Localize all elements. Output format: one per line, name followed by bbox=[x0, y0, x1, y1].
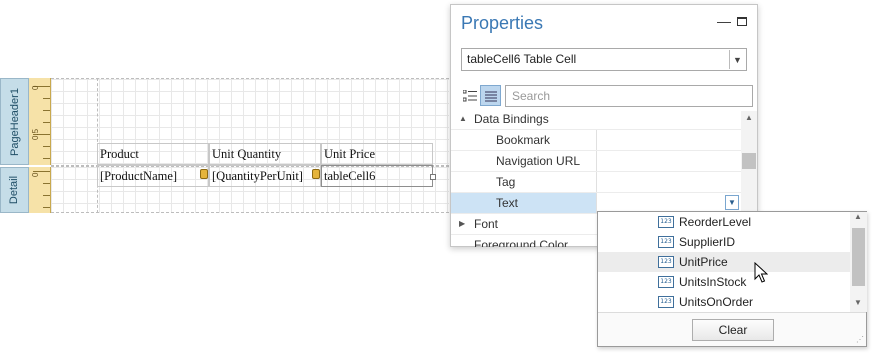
object-selector-value: tableCell6 Table Cell bbox=[467, 52, 577, 66]
header-cell-unit-price[interactable]: Unit Price bbox=[321, 143, 433, 165]
property-value[interactable] bbox=[596, 130, 741, 150]
resize-grip-icon[interactable]: ⋰ bbox=[856, 335, 864, 344]
property-label: Foreground Color bbox=[474, 238, 569, 247]
scrollbar-thumb[interactable] bbox=[742, 153, 756, 169]
property-label: Navigation URL bbox=[496, 154, 581, 168]
mouse-cursor-icon bbox=[754, 262, 768, 283]
field-item-reorder-level[interactable]: 123 ReorderLevel bbox=[598, 212, 850, 232]
vertical-ruler-page-header: 0 0.5 bbox=[29, 78, 51, 165]
field-item-supplier-id[interactable]: 123 SupplierID bbox=[598, 232, 850, 252]
property-value[interactable] bbox=[596, 172, 741, 192]
field-item-unit-price[interactable]: 123 UnitPrice bbox=[598, 252, 850, 272]
property-row-bookmark[interactable]: Bookmark bbox=[451, 130, 741, 151]
field-label: UnitsOnOrder bbox=[679, 295, 754, 309]
object-selector[interactable]: tableCell6 Table Cell ▼ bbox=[461, 48, 747, 71]
scroll-up-icon[interactable]: ▲ bbox=[854, 212, 862, 221]
field-item-units-on-order[interactable]: 123 UnitsOnOrder bbox=[598, 292, 850, 312]
ruler-mark: 0 bbox=[31, 85, 40, 90]
property-label: Data Bindings bbox=[474, 112, 549, 126]
property-label: Bookmark bbox=[496, 133, 551, 147]
property-value[interactable] bbox=[596, 151, 741, 171]
numeric-field-icon: 123 bbox=[658, 236, 674, 248]
categorized-view-icon[interactable] bbox=[459, 85, 480, 106]
data-binding-icon bbox=[312, 169, 320, 179]
band-tab-page-header[interactable]: PageHeader1 bbox=[0, 78, 29, 165]
scrollbar-thumb[interactable] bbox=[852, 228, 865, 286]
chevron-down-icon[interactable]: ▼ bbox=[725, 195, 739, 210]
header-cell-unit-quantity[interactable]: Unit Quantity bbox=[209, 143, 321, 165]
chevron-down-icon[interactable]: ▼ bbox=[729, 50, 745, 69]
dropdown-footer: Clear ⋰ bbox=[598, 312, 866, 346]
numeric-field-icon: 123 bbox=[658, 216, 674, 228]
numeric-field-icon: 123 bbox=[658, 256, 674, 268]
alphabetical-view-icon[interactable] bbox=[480, 85, 501, 106]
collapse-icon[interactable]: ▲ bbox=[459, 114, 467, 123]
field-label: UnitsInStock bbox=[679, 275, 747, 289]
expand-icon[interactable]: ▶ bbox=[459, 219, 465, 228]
field-label: ReorderLevel bbox=[679, 215, 752, 229]
band-tab-detail[interactable]: Detail bbox=[0, 167, 29, 213]
field-list-scrollbar[interactable]: ▲ ▼ bbox=[850, 212, 867, 312]
data-binding-icon bbox=[200, 169, 208, 179]
numeric-field-icon: 123 bbox=[658, 296, 674, 308]
maximize-icon[interactable] bbox=[737, 17, 747, 26]
band-label-page-header: PageHeader1 bbox=[8, 87, 21, 156]
property-label: Tag bbox=[496, 175, 516, 189]
ruler-mark: 0.5 bbox=[31, 128, 40, 140]
field-item-units-in-stock[interactable]: 123 UnitsInStock bbox=[598, 272, 850, 292]
property-row-tag[interactable]: Tag bbox=[451, 172, 741, 193]
resize-handle[interactable] bbox=[430, 174, 436, 180]
numeric-field-icon: 123 bbox=[658, 276, 674, 288]
property-value[interactable]: ▼ bbox=[596, 193, 741, 213]
field-label: SupplierID bbox=[679, 235, 736, 249]
detail-cell-table-cell6[interactable]: tableCell6 bbox=[321, 165, 433, 187]
property-row-navigation-url[interactable]: Navigation URL bbox=[451, 151, 741, 172]
minimize-icon[interactable]: — bbox=[717, 13, 731, 29]
band-label-detail: Detail bbox=[8, 175, 21, 205]
detail-cell-quantity-per-unit[interactable]: [QuantityPerUnit] bbox=[209, 165, 321, 187]
vertical-ruler-detail: 0 bbox=[29, 167, 51, 213]
property-category-data-bindings[interactable]: ▲ Data Bindings bbox=[451, 109, 741, 130]
header-cell-product[interactable]: Product bbox=[97, 143, 209, 165]
field-label: UnitPrice bbox=[679, 255, 728, 269]
field-list-dropdown: 123 ReorderLevel 123 SupplierID 123 Unit… bbox=[597, 211, 867, 347]
ruler-mark: 0 bbox=[31, 172, 40, 177]
clear-button[interactable]: Clear bbox=[692, 319, 774, 341]
search-input[interactable]: Search bbox=[505, 85, 753, 107]
panel-title: Properties bbox=[461, 13, 544, 33]
scroll-up-icon[interactable]: ▲ bbox=[745, 113, 753, 122]
detail-cell-product-name[interactable]: [ProductName] bbox=[97, 165, 209, 187]
property-label: Font bbox=[474, 217, 499, 231]
scroll-down-icon[interactable]: ▼ bbox=[854, 298, 862, 307]
property-label: Text bbox=[496, 196, 519, 210]
